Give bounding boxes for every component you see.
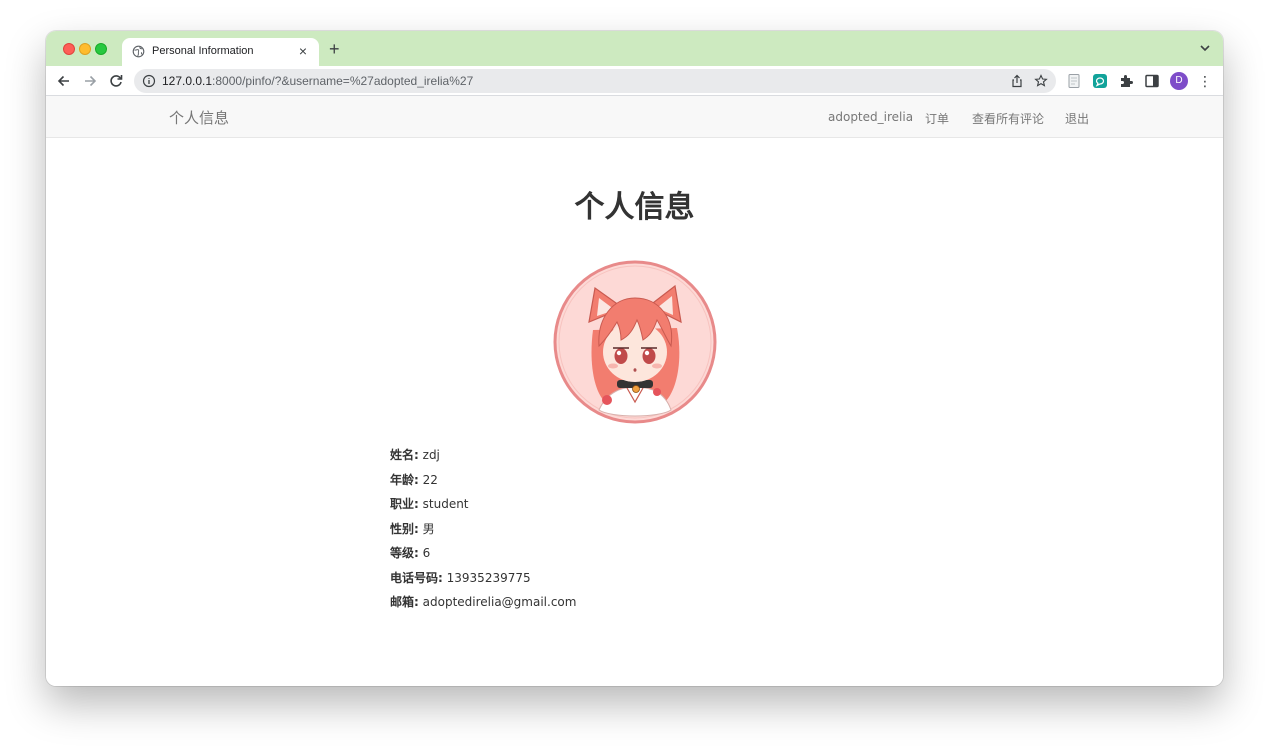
field-label: 电话号码: xyxy=(390,570,443,585)
personal-info-list: 姓名: zdj 年龄: 22 职业: student 性别: 男 等级: 6 电… xyxy=(390,446,576,618)
browser-menu-icon[interactable]: ⋮ xyxy=(1198,72,1212,90)
field-value: 男 xyxy=(422,521,435,536)
field-label: 姓名: xyxy=(390,448,419,462)
field-value: 22 xyxy=(422,472,438,487)
address-bar[interactable]: 127.0.0.1:8000/pinfo/?&username=%27adopt… xyxy=(134,69,1056,93)
info-row-age: 年龄: 22 xyxy=(390,471,576,496)
url-text: 127.0.0.1:8000/pinfo/?&username=%27adopt… xyxy=(162,74,473,88)
tab-strip: Personal Information × + xyxy=(46,31,1223,66)
field-value: adoptedirelia@gmail.com xyxy=(422,595,577,609)
info-row-email: 邮箱: adoptedirelia@gmail.com xyxy=(390,593,576,618)
page-title: 个人信息 xyxy=(574,190,695,225)
chat-extension-icon[interactable] xyxy=(1092,73,1108,89)
page-content: 个人信息 adopted_irelia 订单 查看所有评论 退出 个人信息 姓名… xyxy=(46,96,1223,686)
info-row-phone: 电话号码: 13935239775 xyxy=(390,569,576,594)
field-label: 等级: xyxy=(390,546,419,560)
info-row-name: 姓名: zdj xyxy=(390,446,576,471)
site-info-icon[interactable] xyxy=(142,74,156,88)
tab-title: Personal Information xyxy=(152,45,254,57)
side-panel-icon[interactable] xyxy=(1144,73,1160,89)
field-label: 邮箱: xyxy=(390,595,419,609)
nav-link-all-comments[interactable]: 查看所有评论 xyxy=(972,110,1044,127)
minimize-window-button[interactable] xyxy=(79,43,91,55)
zoom-window-button[interactable] xyxy=(95,43,107,55)
share-icon[interactable] xyxy=(1010,74,1024,88)
chevron-down-icon[interactable] xyxy=(1199,42,1211,54)
tab-personal-information[interactable]: Personal Information × xyxy=(122,38,319,66)
field-value: 6 xyxy=(422,546,431,560)
document-extension-icon[interactable] xyxy=(1066,73,1082,89)
close-window-button[interactable] xyxy=(63,43,75,55)
forward-arrow-icon[interactable] xyxy=(82,73,98,89)
browser-toolbar: 127.0.0.1:8000/pinfo/?&username=%27adopt… xyxy=(46,66,1223,96)
site-navbar: 个人信息 adopted_irelia 订单 查看所有评论 退出 xyxy=(46,96,1223,138)
field-value: zdj xyxy=(422,448,440,462)
url-path: :8000/pinfo/?&username=%27adopted_irelia… xyxy=(212,74,474,88)
field-label: 年龄: xyxy=(390,472,419,487)
profile-avatar[interactable]: D xyxy=(1170,72,1188,90)
avatar xyxy=(553,260,717,424)
field-label: 性别: xyxy=(390,521,419,536)
navbar-brand[interactable]: 个人信息 xyxy=(169,107,229,128)
field-value: 13935239775 xyxy=(446,570,531,585)
nav-link-logout[interactable]: 退出 xyxy=(1065,110,1089,127)
info-row-level: 等级: 6 xyxy=(390,544,576,569)
info-row-gender: 性别: 男 xyxy=(390,520,576,545)
globe-icon xyxy=(132,45,145,58)
field-value: student xyxy=(422,497,469,511)
tab-close-icon[interactable]: × xyxy=(295,43,311,59)
url-host: 127.0.0.1 xyxy=(162,74,213,88)
field-label: 职业: xyxy=(390,497,419,511)
bookmark-star-icon[interactable] xyxy=(1034,74,1048,88)
back-arrow-icon[interactable] xyxy=(56,73,72,89)
reload-icon[interactable] xyxy=(108,73,124,89)
nav-link-orders[interactable]: 订单 xyxy=(925,110,949,127)
new-tab-button[interactable]: + xyxy=(329,40,340,58)
browser-window: Personal Information × + 127.0.0.1:8000/… xyxy=(46,31,1223,686)
puzzle-extensions-icon[interactable] xyxy=(1118,73,1134,89)
nav-link-username[interactable]: adopted_irelia xyxy=(828,110,913,124)
info-row-occupation: 职业: student xyxy=(390,495,576,520)
